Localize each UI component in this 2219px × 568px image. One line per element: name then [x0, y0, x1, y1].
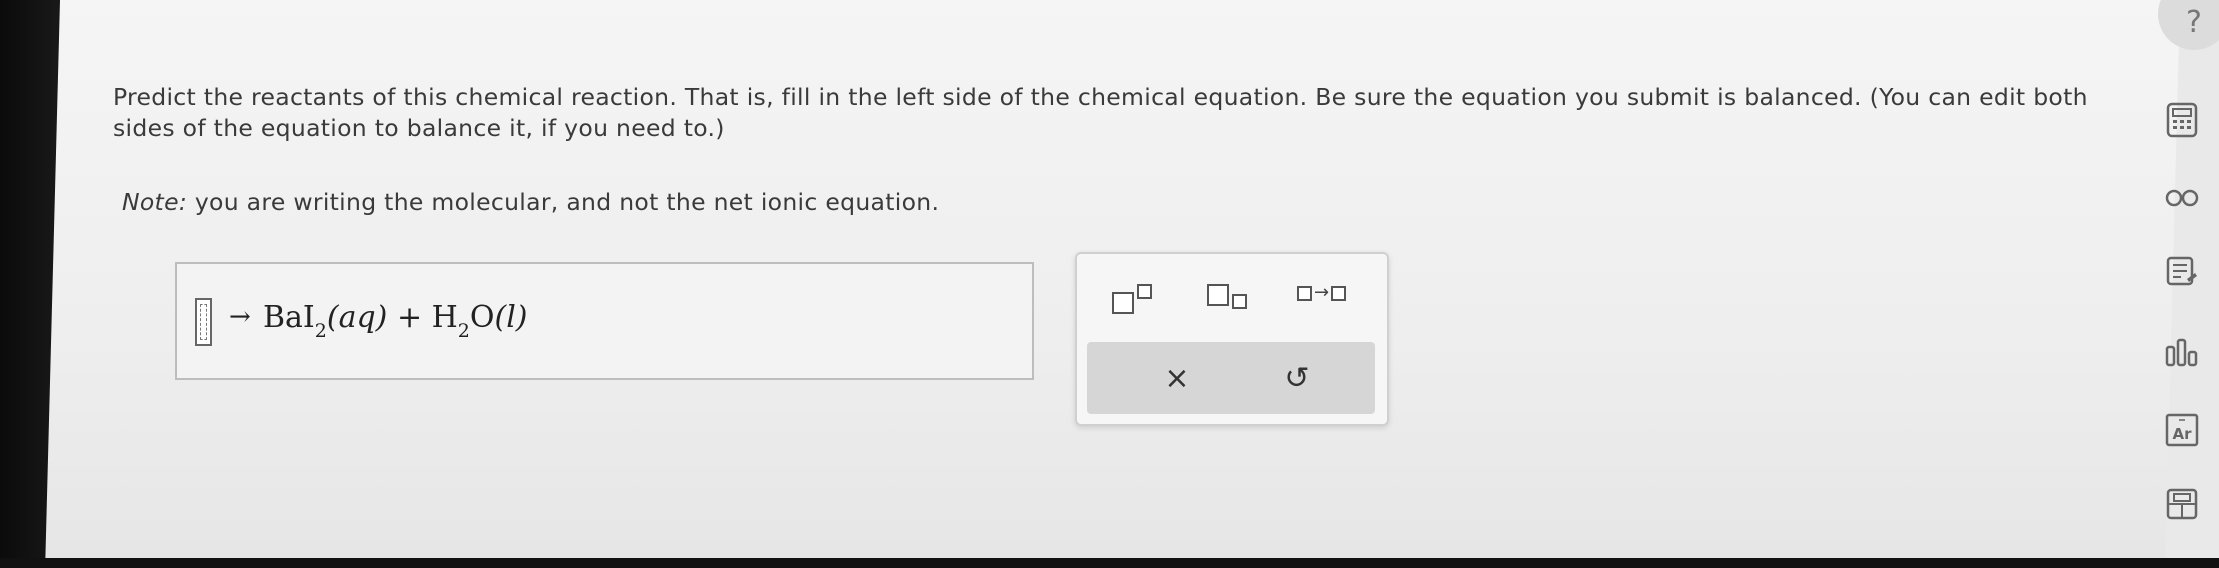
equation-input-area[interactable]: → BaI2(aq) + H2O(l): [175, 262, 1034, 380]
periodic-table-button[interactable]: Ar: [2162, 410, 2202, 450]
question-note: Note: you are writing the molecular, and…: [122, 188, 939, 216]
product2-state: (l): [494, 300, 528, 335]
assignment-page: Predict the reactants of this chemical r…: [0, 0, 2219, 568]
calculator-icon: [2166, 102, 2198, 138]
reaction-arrow-button[interactable]: →: [1297, 284, 1347, 316]
data-button[interactable]: [2162, 484, 2202, 524]
close-icon: ×: [1164, 360, 1190, 396]
reactant-input-slot[interactable]: [195, 298, 212, 346]
data-icon: [2166, 488, 2198, 520]
plus-sign: +: [396, 300, 423, 335]
periodic-table-icon: Ar: [2165, 413, 2199, 447]
chart-button[interactable]: [2162, 332, 2202, 372]
undo-button[interactable]: ↺: [1267, 352, 1327, 404]
question-prompt: Predict the reactants of this chemical r…: [113, 83, 2088, 142]
tools-sidebar: Ar: [2140, 0, 2219, 568]
product1-formula: BaI2: [263, 300, 327, 342]
clear-button[interactable]: ×: [1147, 352, 1207, 404]
toolbox-action-row: × ↺: [1087, 342, 1375, 414]
chart-icon: [2165, 338, 2198, 367]
calculator-button[interactable]: [2162, 100, 2202, 140]
notes-icon: [2166, 256, 2197, 286]
product2-formula: H2O: [431, 300, 495, 342]
glasses-icon: [2165, 189, 2199, 207]
subscript-button[interactable]: [1207, 284, 1247, 316]
svg-text:Ar: Ar: [2172, 425, 2192, 443]
glasses-button[interactable]: [2162, 178, 2202, 218]
monitor-bezel-bottom: [0, 558, 2219, 568]
product1-state: (aq): [326, 300, 388, 335]
notes-button[interactable]: [2162, 252, 2202, 292]
product-expression: BaI2(aq) + H2O(l): [263, 300, 528, 342]
superscript-button[interactable]: [1112, 284, 1152, 316]
reaction-arrow: →: [229, 302, 251, 332]
note-label: Note:: [122, 188, 188, 216]
undo-icon: ↺: [1284, 360, 1310, 396]
equation-toolbox: → × ↺: [1075, 252, 1389, 426]
note-text: you are writing the molecular, and not t…: [194, 188, 940, 216]
